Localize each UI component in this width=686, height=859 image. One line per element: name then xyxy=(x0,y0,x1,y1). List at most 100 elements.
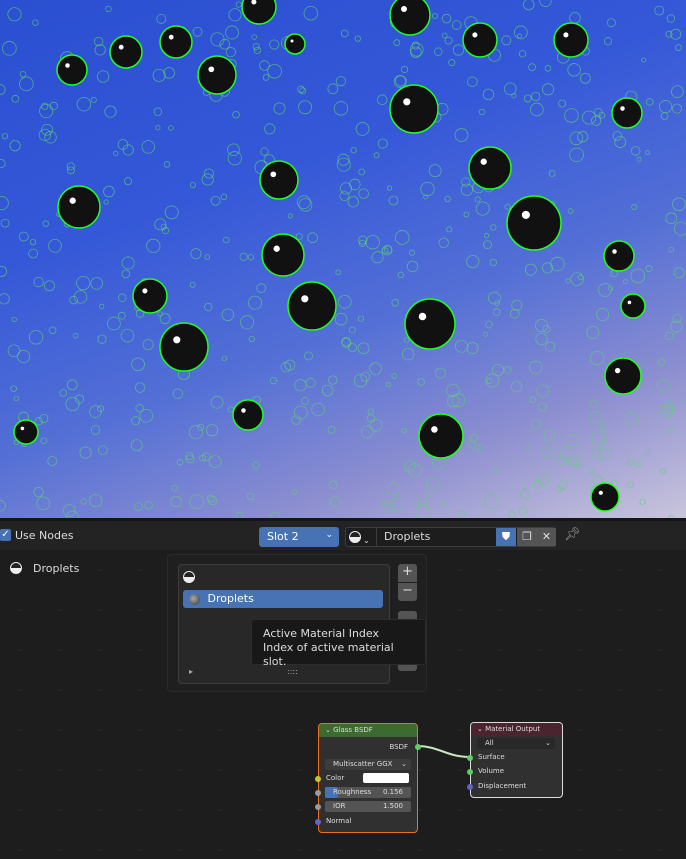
selection-outline xyxy=(295,380,306,391)
selection-outline xyxy=(607,19,615,27)
selection-outline xyxy=(355,36,360,41)
selection-outline xyxy=(292,490,297,495)
selection-outline xyxy=(153,69,165,81)
selection-outline xyxy=(392,374,397,379)
selection-outline xyxy=(300,88,306,94)
selection-outline xyxy=(542,84,553,95)
selection-outline xyxy=(485,321,492,328)
selection-outline xyxy=(536,333,548,345)
selection-outline xyxy=(613,132,622,141)
selection-outline xyxy=(29,249,38,258)
selection-outline xyxy=(132,417,140,425)
selection-outline xyxy=(356,122,369,135)
selection-outline xyxy=(265,124,275,134)
distribution-dropdown[interactable]: Multiscatter GGX ⌄ xyxy=(325,759,411,770)
normal-label: Normal xyxy=(326,817,351,825)
selection-outline xyxy=(445,196,451,202)
selection-outline xyxy=(328,84,338,94)
selection-outline xyxy=(10,141,20,151)
selection-outline xyxy=(228,144,240,156)
selection-outline xyxy=(134,503,142,511)
normal-socket[interactable] xyxy=(315,819,321,825)
selection-outline xyxy=(48,456,57,465)
volume-socket[interactable] xyxy=(467,769,473,775)
selection-outline xyxy=(520,489,530,499)
droplet-highlight xyxy=(472,32,477,37)
selection-outline xyxy=(540,0,552,7)
displacement-label: Displacement xyxy=(478,782,526,790)
selection-outline xyxy=(530,103,543,116)
selection-outline xyxy=(631,269,645,283)
selection-outline xyxy=(386,382,391,387)
selection-outline xyxy=(359,169,365,175)
droplet xyxy=(554,23,588,57)
duplicate-icon[interactable]: ❐ xyxy=(517,528,537,546)
selection-outline xyxy=(211,396,223,408)
ior-field[interactable]: IOR 1.500 xyxy=(325,801,411,812)
displacement-socket[interactable] xyxy=(467,784,473,790)
surface-socket[interactable] xyxy=(467,755,473,761)
color-socket[interactable] xyxy=(315,776,321,782)
selection-outline xyxy=(570,13,581,24)
selection-outline xyxy=(49,327,56,334)
selection-outline xyxy=(378,139,387,148)
collapse-icon[interactable]: ⌄ xyxy=(477,725,483,733)
material-output-node[interactable]: ⌄ Material Output All ⌄ Surface Volume Di… xyxy=(470,722,563,798)
selection-outline xyxy=(30,239,35,244)
ior-socket[interactable] xyxy=(315,804,321,810)
droplet-highlight xyxy=(403,98,410,105)
selection-outline xyxy=(519,51,526,58)
droplet-highlight xyxy=(620,106,625,111)
selection-outline xyxy=(525,264,536,275)
selection-outline xyxy=(590,400,597,407)
glass-bsdf-node[interactable]: ⌄ Glass BSDF BSDF Multiscatter GGX ⌄ Colo… xyxy=(318,723,418,833)
roughness-slider[interactable]: Roughness 0.156 xyxy=(325,787,411,798)
selection-outline xyxy=(240,253,247,260)
bsdf-output-socket[interactable] xyxy=(415,744,421,750)
selection-outline xyxy=(233,111,240,118)
selection-outline xyxy=(570,132,583,145)
selection-outline xyxy=(409,250,414,255)
selection-outline xyxy=(395,76,405,86)
selection-outline xyxy=(11,386,17,392)
node-editor-canvas[interactable]: Droplets Droplets ▸ :::: + − Active Mate… xyxy=(0,550,686,859)
selection-outline xyxy=(429,165,441,177)
selection-outline xyxy=(70,296,78,304)
selection-outline xyxy=(655,6,664,15)
droplet xyxy=(288,282,336,330)
color-swatch[interactable] xyxy=(363,773,409,783)
target-dropdown[interactable]: All ⌄ xyxy=(477,738,555,749)
roughness-socket[interactable] xyxy=(315,790,321,796)
material-name-field[interactable]: Droplets xyxy=(376,528,496,546)
collapse-icon[interactable]: ⌄ xyxy=(325,726,331,734)
material-browse-button[interactable]: ⌄ xyxy=(349,531,370,546)
fake-user-shield-icon[interactable]: ⛊ xyxy=(496,528,516,546)
selection-outline xyxy=(248,296,261,309)
use-nodes-checkbox[interactable]: ✓ xyxy=(0,529,11,541)
selection-outline xyxy=(248,255,253,260)
selection-outline xyxy=(667,15,675,23)
close-icon[interactable]: ✕ xyxy=(537,528,556,546)
selection-outline xyxy=(631,147,640,156)
selection-outline xyxy=(642,58,646,62)
selection-outline xyxy=(340,192,349,201)
slot-dropdown[interactable]: Slot 2 ⌄ xyxy=(259,527,339,547)
selection-outline xyxy=(349,327,355,333)
selection-outline xyxy=(542,447,553,458)
selection-outline xyxy=(0,500,5,511)
selection-outline xyxy=(632,204,637,209)
selection-outline xyxy=(447,227,452,232)
selection-outline xyxy=(367,415,374,422)
selection-outline xyxy=(190,182,195,187)
3d-viewport[interactable] xyxy=(0,0,686,518)
pin-icon[interactable]: 📌︎ xyxy=(564,527,581,542)
selection-outline xyxy=(298,86,305,93)
selection-outline xyxy=(377,95,387,105)
selection-outline xyxy=(391,498,404,511)
droplet xyxy=(160,26,192,58)
selection-outline xyxy=(484,233,488,237)
selection-outline xyxy=(113,151,118,156)
selection-outline xyxy=(566,279,570,283)
selection-outline xyxy=(623,280,627,284)
selection-outline xyxy=(484,241,492,249)
